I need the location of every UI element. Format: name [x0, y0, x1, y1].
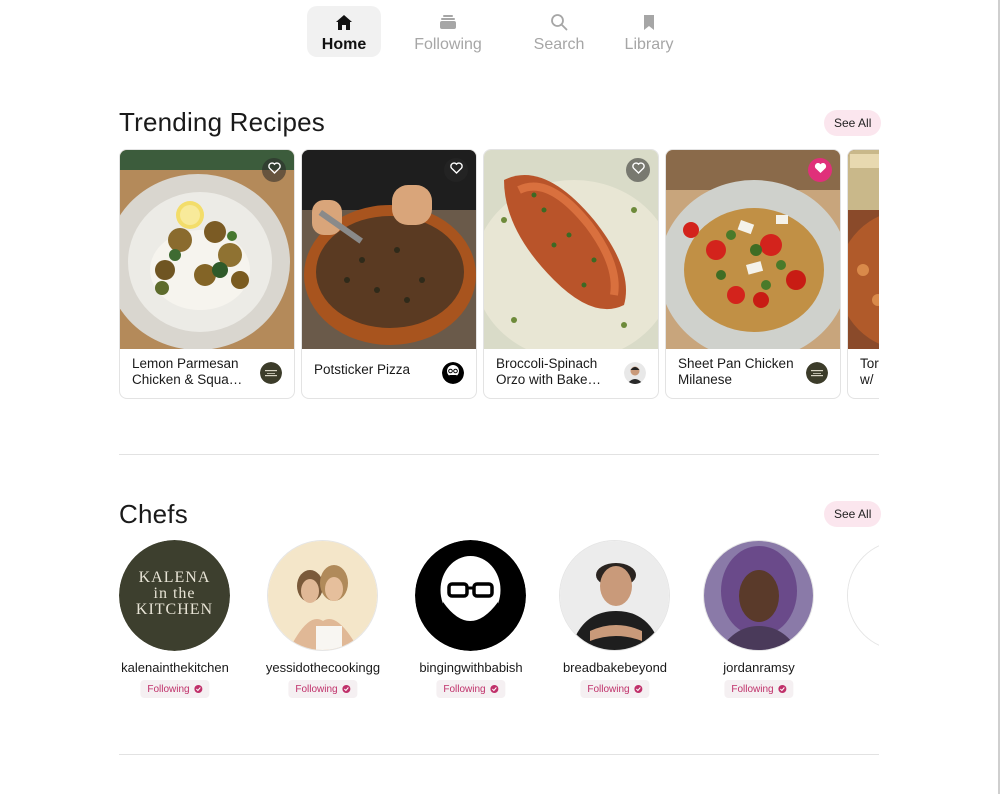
recipe-card[interactable]: Tor w/ — [847, 149, 879, 399]
chef-item[interactable]: yessidothecookingg Following — [253, 540, 393, 700]
trending-title: Trending Recipes — [119, 107, 326, 137]
chef-item[interactable]: jordanramsy Following — [689, 540, 829, 700]
following-label: Following — [587, 683, 630, 695]
following-label: Following — [731, 683, 774, 695]
following-badge[interactable]: Following — [288, 680, 358, 698]
trending-carousel: Lemon Parmesan Chicken & Squa… Potsticke… — [119, 149, 879, 399]
check-icon — [778, 685, 787, 693]
bookmark-icon — [642, 11, 656, 33]
chef-item[interactable]: breadbakebeyond Following — [545, 540, 685, 700]
chef-avatar: KALENA in the KITCHEN — [119, 540, 230, 651]
check-icon — [342, 685, 351, 693]
stack-icon — [439, 11, 457, 33]
tab-search[interactable]: Search — [522, 6, 596, 57]
chef-item[interactable]: bla — [833, 540, 879, 700]
chef-handle: breadbakebeyond — [562, 660, 668, 675]
tab-home-label: Home — [321, 36, 367, 53]
chef-avatar — [267, 540, 378, 651]
chefs-carousel: KALENA in the KITCHEN kalenainthekitchen… — [105, 540, 879, 700]
heart-outline-icon — [631, 161, 645, 179]
following-badge[interactable]: Following — [436, 680, 506, 698]
tab-following-label: Following — [414, 36, 482, 53]
chef-avatar — [442, 362, 464, 384]
recipe-card[interactable]: Sheet Pan Chicken Milanese — [665, 149, 841, 399]
heart-outline-icon — [449, 161, 463, 179]
recipe-title: Tor w/ — [860, 356, 879, 387]
recipe-title: Potsticker Pizza — [314, 362, 411, 377]
tab-library-label: Library — [624, 36, 674, 53]
following-badge[interactable]: Following — [724, 680, 794, 698]
following-label: Following — [295, 683, 338, 695]
favorite-button[interactable] — [808, 158, 832, 182]
recipe-title: Broccoli-Spinach Orzo with Bake… — [496, 356, 602, 387]
following-label: Following — [443, 683, 486, 695]
favorite-button[interactable] — [626, 158, 650, 182]
recipe-card[interactable]: Potsticker Pizza — [301, 149, 477, 399]
following-badge[interactable]: Following — [140, 680, 210, 698]
check-icon — [194, 685, 203, 693]
chef-avatar — [415, 540, 526, 651]
chef-avatar — [624, 362, 646, 384]
heart-filled-icon — [814, 161, 827, 179]
chef-handle: jordanramsy — [723, 660, 795, 675]
chef-handle: bla — [833, 660, 879, 675]
chefs-title: Chefs — [119, 499, 188, 529]
home-icon — [335, 11, 353, 33]
chef-item[interactable]: bingingwithbabish Following — [401, 540, 541, 700]
trending-see-all-button[interactable]: See All — [824, 110, 882, 136]
tab-library[interactable]: Library — [612, 6, 686, 57]
recipe-title: Sheet Pan Chicken Milanese — [678, 356, 794, 387]
section-divider — [119, 754, 879, 755]
check-icon — [490, 685, 499, 693]
recipe-photo — [848, 150, 879, 349]
chef-handle: bingingwithbabish — [419, 660, 523, 675]
chef-avatar — [559, 540, 670, 651]
following-label: Following — [147, 683, 190, 695]
tab-home[interactable]: Home — [307, 6, 381, 57]
recipe-title: Lemon Parmesan Chicken & Squa… — [132, 356, 243, 387]
chef-handle: yessidothecookingg — [265, 660, 381, 675]
recipe-card[interactable]: Broccoli-Spinach Orzo with Bake… — [483, 149, 659, 399]
check-icon — [634, 685, 643, 693]
tab-following[interactable]: Following — [407, 6, 489, 57]
heart-outline-icon — [267, 161, 281, 179]
chef-logo-text: KALENA in the KITCHEN — [135, 569, 214, 618]
tab-search-label: Search — [533, 36, 585, 53]
following-badge[interactable]: Following — [580, 680, 650, 698]
favorite-button[interactable] — [262, 158, 286, 182]
chefs-see-all-button[interactable]: See All — [824, 501, 882, 527]
chef-avatar — [847, 540, 879, 651]
recipe-card[interactable]: Lemon Parmesan Chicken & Squa… — [119, 149, 295, 399]
favorite-button[interactable] — [444, 158, 468, 182]
section-divider — [119, 454, 879, 455]
chef-item[interactable]: KALENA in the KITCHEN kalenainthekitchen… — [105, 540, 245, 700]
chef-avatar — [260, 362, 282, 384]
chef-avatar — [806, 362, 828, 384]
chef-handle: kalenainthekitchen — [121, 660, 229, 675]
chef-avatar — [703, 540, 814, 651]
search-icon — [550, 11, 568, 33]
